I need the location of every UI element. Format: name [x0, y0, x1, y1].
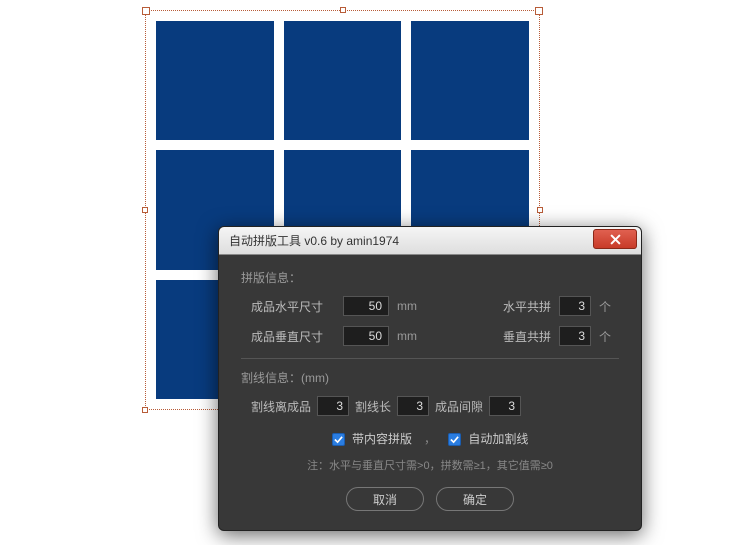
auto-cut-text: 自动加割线 [468, 432, 528, 446]
grid-cell [156, 21, 274, 140]
count-unit: 个 [599, 328, 619, 345]
horizontal-size-input[interactable] [343, 296, 389, 316]
checkbox-row: 带内容拼版 ， 自动加割线 [241, 430, 619, 447]
check-icon [334, 435, 343, 444]
ok-button[interactable]: 确定 [436, 487, 514, 511]
cut-length-input[interactable] [397, 396, 429, 416]
resize-handle[interactable] [537, 207, 543, 213]
footer-note: 注：水平与垂直尺寸需>0，拼数需≥1，其它值需≥0 [241, 457, 619, 473]
grid-cell [284, 21, 402, 140]
vertical-count-input[interactable] [559, 326, 591, 346]
separator: ， [424, 430, 436, 447]
cancel-button[interactable]: 取消 [346, 487, 424, 511]
horizontal-count-input[interactable] [559, 296, 591, 316]
cut-length-label: 割线长 [355, 398, 391, 415]
divider [241, 358, 619, 359]
grid-cell [411, 21, 529, 140]
resize-handle[interactable] [142, 407, 148, 413]
horizontal-count-label: 水平共拼 [503, 298, 551, 315]
size-unit: mm [397, 329, 417, 343]
size-unit: mm [397, 299, 417, 313]
vertical-size-label: 成品垂直尺寸 [251, 328, 335, 345]
gap-input[interactable] [489, 396, 521, 416]
cut-section-title: 割线信息：(mm) [241, 369, 619, 386]
with-content-text: 带内容拼版 [352, 432, 412, 446]
auto-cut-checkbox-label[interactable]: 自动加割线 [448, 430, 528, 447]
titlebar[interactable]: 自动拼版工具 v0.6 by amin1974 [219, 227, 641, 255]
cut-info-row: 割线离成品 割线长 成品间隙 [251, 396, 619, 416]
dialog-body: 拼版信息： 成品水平尺寸 mm 水平共拼 个 成品垂直尺寸 mm 垂直共拼 个 … [219, 255, 641, 521]
button-row: 取消 确定 [241, 487, 619, 511]
horizontal-size-label: 成品水平尺寸 [251, 298, 335, 315]
check-icon [450, 435, 459, 444]
close-button[interactable] [593, 229, 637, 249]
with-content-checkbox[interactable] [332, 433, 345, 446]
layout-section-title: 拼版信息： [241, 269, 619, 286]
gap-label: 成品间隙 [435, 398, 483, 415]
with-content-checkbox-label[interactable]: 带内容拼版 [332, 430, 412, 447]
close-icon [610, 234, 621, 245]
vertical-count-label: 垂直共拼 [503, 328, 551, 345]
dialog-title: 自动拼版工具 v0.6 by amin1974 [225, 232, 399, 249]
horizontal-size-row: 成品水平尺寸 mm 水平共拼 个 [251, 296, 619, 316]
cut-margin-label: 割线离成品 [251, 398, 311, 415]
resize-handle[interactable] [142, 207, 148, 213]
imposition-dialog: 自动拼版工具 v0.6 by amin1974 拼版信息： 成品水平尺寸 mm … [218, 226, 642, 531]
vertical-size-row: 成品垂直尺寸 mm 垂直共拼 个 [251, 326, 619, 346]
vertical-size-input[interactable] [343, 326, 389, 346]
auto-cut-checkbox[interactable] [448, 433, 461, 446]
cut-margin-input[interactable] [317, 396, 349, 416]
count-unit: 个 [599, 298, 619, 315]
resize-handle[interactable] [340, 7, 346, 13]
